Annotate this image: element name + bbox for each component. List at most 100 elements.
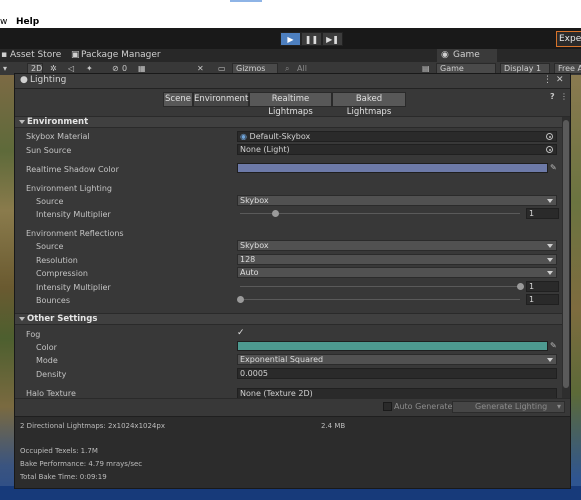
- reflection-source-value: Skybox: [240, 241, 269, 250]
- env-lighting-label: Environment Lighting: [26, 184, 112, 193]
- other-settings-section-header[interactable]: Other Settings: [15, 313, 570, 325]
- sun-source-label: Sun Source: [26, 146, 72, 155]
- intensity-slider-track[interactable]: [240, 213, 520, 214]
- sun-source-value: None (Light): [240, 145, 290, 154]
- generate-lighting-label: Generate Lighting: [475, 402, 548, 411]
- fog-label: Fog: [26, 330, 41, 339]
- env-reflections-label: Environment Reflections: [26, 229, 124, 238]
- material-icon: ◉: [240, 132, 250, 141]
- generate-lighting-button[interactable]: Generate Lighting ▾: [452, 401, 565, 413]
- step-button[interactable]: ▶❚: [322, 32, 343, 46]
- other-settings-header-label: Other Settings: [27, 314, 98, 324]
- reflection-intensity-track[interactable]: [240, 286, 520, 287]
- auto-generate-label: Auto Generate: [394, 402, 453, 411]
- environment-header-label: Environment: [27, 117, 89, 127]
- window-menu-icon[interactable]: ⋮: [543, 75, 552, 85]
- fog-checkbox[interactable]: ✓: [237, 328, 247, 338]
- tab-scene[interactable]: Scene: [163, 92, 193, 107]
- fog-color-swatch[interactable]: [237, 341, 548, 351]
- skybox-material-label: Skybox Material: [26, 132, 90, 141]
- menu-bar: w Help: [0, 0, 581, 28]
- resolution-dropdown[interactable]: 128: [237, 254, 557, 265]
- intensity-slider-thumb[interactable]: [272, 210, 279, 217]
- game-display-label: Game: [440, 64, 464, 73]
- shadow-color-label: Realtime Shadow Color: [26, 165, 119, 174]
- resolution-value: 128: [240, 255, 256, 264]
- lighting-source-label: Source: [36, 197, 64, 206]
- tab-package-manager[interactable]: Package Manager: [81, 49, 161, 62]
- lighting-titlebar[interactable]: [15, 74, 570, 89]
- gizmos-label: Gizmos: [236, 64, 266, 73]
- pause-icon: ❚❚: [304, 34, 319, 44]
- skybox-material-value: Default-Skybox: [249, 132, 311, 141]
- compression-dropdown[interactable]: Auto: [237, 267, 557, 278]
- layout-dropdown[interactable]: Exper: [556, 31, 581, 47]
- asset-store-icon: ▪: [1, 50, 8, 60]
- chevron-down-icon: [547, 258, 553, 262]
- fog-density-input[interactable]: 0.0005: [237, 368, 557, 379]
- play-button[interactable]: ▶: [280, 32, 301, 46]
- window-close-icon[interactable]: ✕: [556, 75, 564, 85]
- step-icon: ▶❚: [326, 34, 339, 44]
- eyedropper-icon[interactable]: ✎: [550, 342, 558, 350]
- lightmaps-stat: 2 Directional Lightmaps: 2x1024x1024px: [20, 422, 165, 430]
- intensity-label: Intensity Multiplier: [36, 210, 111, 219]
- shading-dropdown-icon[interactable]: ▾: [3, 63, 7, 74]
- tab-environment[interactable]: Environment: [193, 92, 249, 107]
- halo-row-clip: Halo Texture None (Texture 2D): [15, 384, 562, 398]
- tab-baked-lightmaps[interactable]: Baked Lightmaps: [332, 92, 406, 117]
- eyedropper-icon[interactable]: ✎: [550, 164, 558, 172]
- menu-item-window[interactable]: w: [0, 17, 7, 27]
- bounces-track[interactable]: [240, 299, 520, 300]
- lighting-source-value: Skybox: [240, 196, 269, 205]
- chevron-down-icon: [547, 358, 553, 362]
- bake-performance-stat: Bake Performance: 4.79 mrays/sec: [20, 460, 143, 468]
- help-icon[interactable]: ?: [550, 92, 555, 101]
- foldout-arrow-icon: [19, 317, 25, 321]
- environment-section-header[interactable]: Environment: [15, 116, 570, 128]
- chevron-down-icon: [547, 271, 553, 275]
- tab-realtime-lightmaps[interactable]: Realtime Lightmaps: [249, 92, 332, 117]
- shadow-color-swatch[interactable]: [237, 163, 548, 173]
- fog-mode-dropdown[interactable]: Exponential Squared: [237, 354, 557, 365]
- pause-button[interactable]: ❚❚: [301, 32, 322, 46]
- tab-asset-store[interactable]: Asset Store: [10, 49, 61, 62]
- compression-label: Compression: [36, 269, 88, 278]
- bake-time-stat: Total Bake Time: 0:09:19: [20, 473, 107, 481]
- play-icon: ▶: [287, 34, 294, 44]
- bounces-input[interactable]: 1: [526, 294, 559, 305]
- display-label: Display 1: [504, 64, 542, 73]
- menu-accent-line: [230, 0, 262, 2]
- lightbulb-icon: ●: [20, 75, 28, 85]
- chevron-down-icon[interactable]: ▾: [557, 402, 561, 412]
- chevron-down-icon: [547, 199, 553, 203]
- reflection-intensity-thumb[interactable]: [517, 283, 524, 290]
- fog-mode-value: Exponential Squared: [240, 355, 324, 364]
- reflection-intensity-label: Intensity Multiplier: [36, 283, 111, 292]
- compression-value: Auto: [240, 268, 259, 277]
- settings-icon[interactable]: ⋮: [560, 92, 568, 101]
- occupied-texels-stat: Occupied Texels: 1.7M: [20, 447, 98, 455]
- object-picker-icon[interactable]: [546, 146, 553, 153]
- halo-texture-label: Halo Texture: [26, 389, 76, 398]
- game-view-background: [570, 75, 581, 500]
- reflection-intensity-input[interactable]: 1: [526, 281, 559, 292]
- auto-generate-checkbox[interactable]: [383, 402, 392, 411]
- halo-texture-value: None (Texture 2D): [240, 389, 313, 398]
- tab-game[interactable]: Game: [453, 49, 480, 62]
- intensity-input[interactable]: 1: [526, 208, 559, 219]
- foldout-arrow-icon: [19, 120, 25, 124]
- lighting-source-dropdown[interactable]: Skybox: [237, 195, 557, 206]
- bounces-thumb[interactable]: [237, 296, 244, 303]
- fog-mode-label: Mode: [36, 356, 58, 365]
- menu-item-help[interactable]: Help: [16, 17, 39, 27]
- skybox-material-field[interactable]: ◉ Default-Skybox: [237, 131, 557, 142]
- resolution-label: Resolution: [36, 256, 78, 265]
- scrollbar-thumb[interactable]: [563, 120, 569, 388]
- reflection-source-dropdown[interactable]: Skybox: [237, 240, 557, 251]
- game-icon: ◉: [441, 50, 449, 60]
- object-picker-icon[interactable]: [546, 133, 553, 140]
- sun-source-field[interactable]: None (Light): [237, 144, 557, 155]
- halo-texture-field[interactable]: None (Texture 2D): [237, 388, 557, 398]
- fog-color-label: Color: [36, 343, 57, 352]
